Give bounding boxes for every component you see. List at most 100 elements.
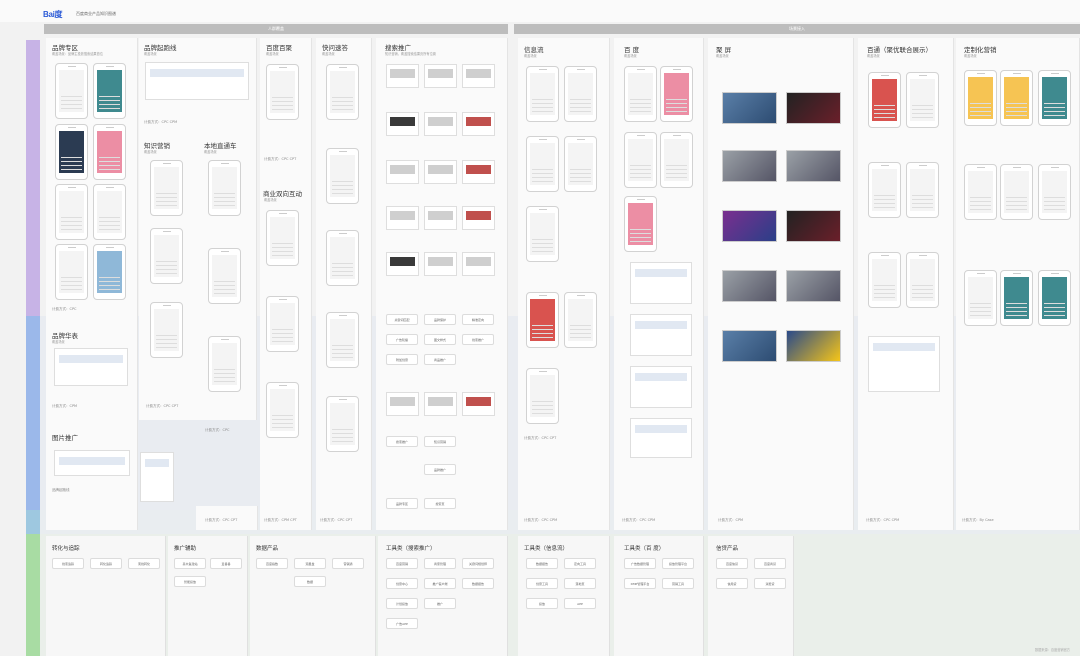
tool-pill: 爱番番 — [210, 558, 242, 569]
web-mockup — [145, 62, 249, 100]
tool-pill: 数据报告 — [526, 558, 558, 569]
tool-pill: 观星盘 — [294, 558, 326, 569]
phone-mockup — [55, 124, 88, 180]
ad-screen-photo — [786, 92, 841, 124]
ad-screen-photo — [722, 270, 777, 302]
result-card — [462, 112, 495, 136]
phone-mockup — [526, 292, 559, 348]
ad-screen-photo — [786, 210, 841, 242]
phone-mockup — [564, 136, 597, 192]
tool-pill: 基木鱼建站 — [174, 558, 206, 569]
result-card — [386, 64, 419, 88]
result-card — [424, 160, 457, 184]
result-card — [386, 252, 419, 276]
feature-pill: 关键词匹配 — [386, 314, 418, 325]
banner-scene-access: 场景接入 — [514, 24, 1080, 34]
phone-mockup — [266, 210, 299, 266]
phone-mockup — [55, 63, 88, 119]
section-sub-feed: 覆盖场景 — [524, 54, 537, 58]
section-sub-brand-pictorial: 覆盖场景 — [52, 340, 65, 344]
phone-mockup — [326, 312, 359, 368]
tool-pill: 关键词规划师 — [462, 558, 494, 569]
tool-pill: 商家管理 — [424, 558, 456, 569]
feature-pill: 品牌专区 — [386, 498, 418, 509]
phone-mockup — [964, 70, 997, 126]
phone-mockup — [208, 160, 241, 216]
result-card — [424, 392, 457, 416]
footnote-poly: 计费方式：CPM — [718, 518, 744, 522]
feature-pill: 品牌推广 — [424, 464, 456, 475]
ad-screen-photo — [786, 150, 841, 182]
tool-pill: 百度指数 — [256, 558, 288, 569]
result-card — [424, 64, 457, 88]
phone-mockup — [1038, 270, 1071, 326]
result-card — [424, 252, 457, 276]
web-mockup — [630, 418, 692, 458]
result-card — [424, 206, 457, 230]
web-mockup — [630, 366, 692, 408]
feature-pill: 知识营销 — [424, 436, 456, 447]
section-title-promo-assist: 推广辅助 — [174, 546, 197, 552]
panel-promo-assist — [168, 536, 248, 656]
section-sub-brand-zone: 覆盖场景：品牌主投放搜索结果首位 — [52, 52, 103, 56]
footnote-quick-inquiry: 计费方式：CPC CPT — [320, 518, 353, 522]
section-sub-baidu-app: 覆盖场景 — [266, 52, 279, 56]
phone-mockup — [906, 252, 939, 308]
page-title: 百度商业产品知识图谱 — [76, 11, 116, 16]
feature-pill: 图文样式 — [424, 334, 456, 345]
footnote-precise-marketing: 计费方式：CPC CPT — [146, 404, 179, 408]
tool-pill: 定向工具 — [564, 558, 596, 569]
panel-tools-feed — [518, 536, 610, 656]
footnote-local-express: 计费方式：CPC — [205, 428, 230, 432]
ad-screen-photo — [722, 330, 777, 362]
section-sub-quick-inquiry: 覆盖场景 — [322, 52, 335, 56]
section-sub-search-promo: 知识营销，覆盖搜索结果页所有位置 — [385, 52, 436, 56]
web-mockup — [630, 262, 692, 304]
footnote-brand-starlink: 计费方式：CPC CPM — [144, 120, 178, 124]
tool-pill: 广告数据管理 — [624, 558, 656, 569]
phone-mockup — [150, 228, 183, 284]
web-mockup — [868, 336, 940, 392]
phone-mockup — [906, 72, 939, 128]
phone-mockup — [1038, 70, 1071, 126]
phone-mockup — [208, 336, 241, 392]
tool-pill: 落地页 — [564, 578, 596, 589]
phone-mockup — [266, 296, 299, 352]
result-card — [386, 160, 419, 184]
feature-pill: 线索推广 — [462, 334, 494, 345]
ad-screen-photo — [786, 330, 841, 362]
footnote-baidu-union: 计费方式：CPC CPM — [622, 518, 656, 522]
section-title-tools-search: 工具类（搜索推广） — [386, 546, 436, 552]
section-sub-poly: 覆盖场景 — [716, 54, 729, 58]
phone-mockup — [624, 132, 657, 188]
phone-mockup — [326, 64, 359, 120]
panel-tools-baidu — [614, 536, 704, 656]
section-sub-baitong: 覆盖场景 — [867, 54, 880, 58]
web-mockup — [140, 452, 174, 502]
tool-pill: 离线转化 — [128, 558, 160, 569]
tool-pill: 数据 — [294, 576, 326, 587]
phone-mockup — [868, 162, 901, 218]
tool-pill: 线索追踪 — [52, 558, 84, 569]
section-sub-local-express: 覆盖场景 — [204, 150, 217, 154]
phone-mockup — [526, 66, 559, 122]
section-title-image-ad: 图片推广 — [52, 434, 78, 442]
result-card — [386, 206, 419, 230]
feature-pill: 品牌保护 — [424, 314, 456, 325]
phone-mockup — [93, 63, 126, 119]
phone-mockup — [266, 64, 299, 120]
result-card — [386, 112, 419, 136]
phone-mockup — [55, 184, 88, 240]
panel-data-product — [250, 536, 376, 656]
tool-pill: 创意工具 — [526, 578, 558, 589]
ad-screen-photo — [722, 210, 777, 242]
phone-mockup — [964, 270, 997, 326]
ad-screen-photo — [722, 92, 777, 124]
phone-mockup — [266, 382, 299, 438]
logo-text: Bai度 — [43, 10, 63, 19]
result-card — [462, 392, 495, 416]
web-mockup — [54, 450, 130, 476]
footnote-feed-a: 计费方式：CPC CPT — [524, 436, 557, 440]
tool-pill: 营销工具 — [662, 578, 694, 589]
baidu-logo: Bai度 — [43, 9, 63, 20]
